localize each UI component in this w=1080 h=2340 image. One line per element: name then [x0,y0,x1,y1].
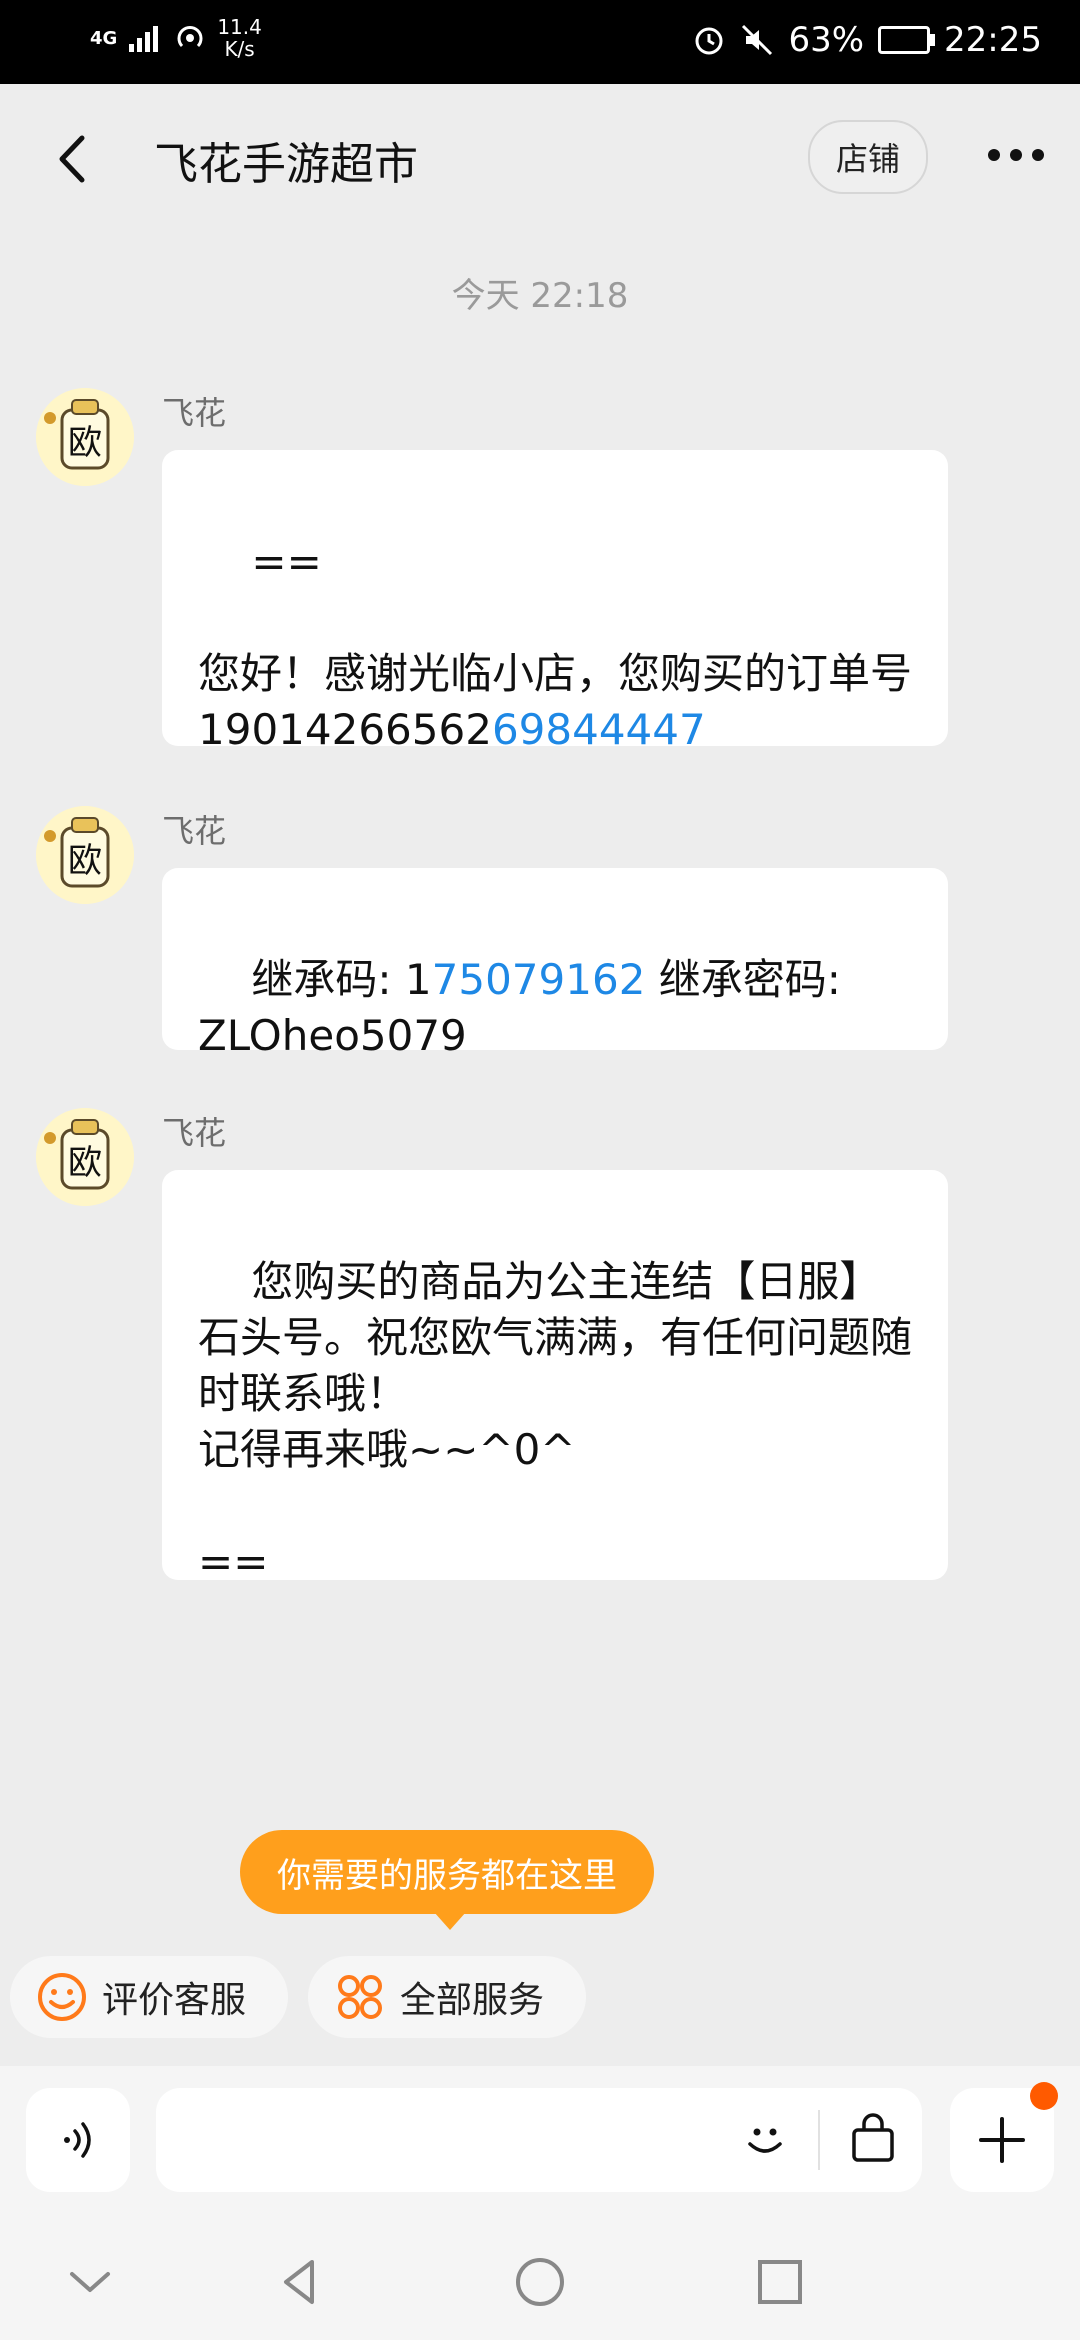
back-icon[interactable] [48,124,108,194]
chevron-down-icon[interactable] [62,2254,118,2310]
sender-name: 飞花 [162,1114,227,1152]
input-bar [0,2066,1080,2222]
status-right: 63% 22:25 [692,20,1042,60]
notification-dot [1030,2082,1058,2110]
input-divider [818,2110,820,2170]
plus-icon [979,2117,1025,2163]
rate-service-button[interactable]: 评价客服 [10,1956,288,2038]
avatar-image: 欧 [36,388,134,486]
message-input[interactable] [156,2088,922,2192]
mute-icon [742,24,773,56]
signal-icon [129,26,159,52]
clock: 22:25 [944,20,1042,60]
more-icon[interactable] [984,140,1048,170]
bag-icon[interactable] [846,2112,900,2166]
voice-icon [64,2122,91,2158]
status-bar: 4G 11.4 K/s 63% 22:25 [0,0,1080,84]
message-bubble[interactable]: 您购买的商品为公主连结【日服】石头号。祝您欧气满满，有任何问题随时联系哦！ 记得… [162,1170,948,1586]
smile-icon [38,1973,86,2021]
message-text: 继承码: 1 [251,955,432,1004]
nav-recents-icon[interactable] [752,2254,808,2310]
avatar[interactable]: 欧 [36,1108,134,1206]
services-icon [338,1975,382,2019]
chat-timestamp: 今天 22:18 [451,276,629,316]
status-left: 4G 11.4 K/s [90,16,262,60]
network-label: 4G [90,27,118,49]
avatar[interactable]: 欧 [36,388,134,486]
battery-percent: 63% [788,20,865,60]
network-speed: 11.4 K/s [217,16,262,60]
order-number-link[interactable]: 69844447 [492,705,706,754]
all-services-label: 全部服务 [400,1980,545,2021]
system-nav-bar [0,2222,1080,2340]
all-services-button[interactable]: 全部服务 [308,1956,586,2038]
chat-header: 飞花手游超市 店铺 [0,84,1080,234]
wifi-hotspot-icon [177,26,203,48]
speed-value: 11.4 [217,15,262,39]
message-bubble[interactable]: == 您好！感谢光临小店，您购买的订单号1901426656269844447 [162,450,948,754]
svg-text:欧: 欧 [68,423,102,463]
avatar-image: 欧 [36,806,134,904]
sender-name: 飞花 [162,812,227,850]
battery-icon [878,26,936,54]
nav-home-icon[interactable] [512,2254,568,2310]
page-title: 飞花手游超市 [154,139,418,190]
shop-button[interactable]: 店铺 [808,120,928,194]
rate-service-label: 评价客服 [102,1980,247,2021]
svg-text:欧: 欧 [68,1143,102,1183]
plus-button[interactable] [950,2082,1058,2192]
services-tooltip[interactable]: 你需要的服务都在这里 [240,1830,654,1930]
speed-unit: K/s [224,37,255,61]
svg-text:欧: 欧 [68,841,102,881]
voice-button[interactable] [26,2088,130,2192]
emoji-icon[interactable] [740,2116,790,2166]
avatar[interactable]: 欧 [36,806,134,904]
avatar-image: 欧 [36,1108,134,1206]
nav-back-icon[interactable] [272,2254,328,2310]
inherit-code-link[interactable]: 75079162 [432,955,646,1004]
message-bubble[interactable]: 继承码: 175079162 继承密码: ZLOheo5079 [162,868,948,1060]
alarm-icon [695,27,723,55]
message-text: 您购买的商品为公主连结【日服】石头号。祝您欧气满满，有任何问题随时联系哦！ 记得… [198,1257,913,1586]
sender-name: 飞花 [162,394,227,432]
